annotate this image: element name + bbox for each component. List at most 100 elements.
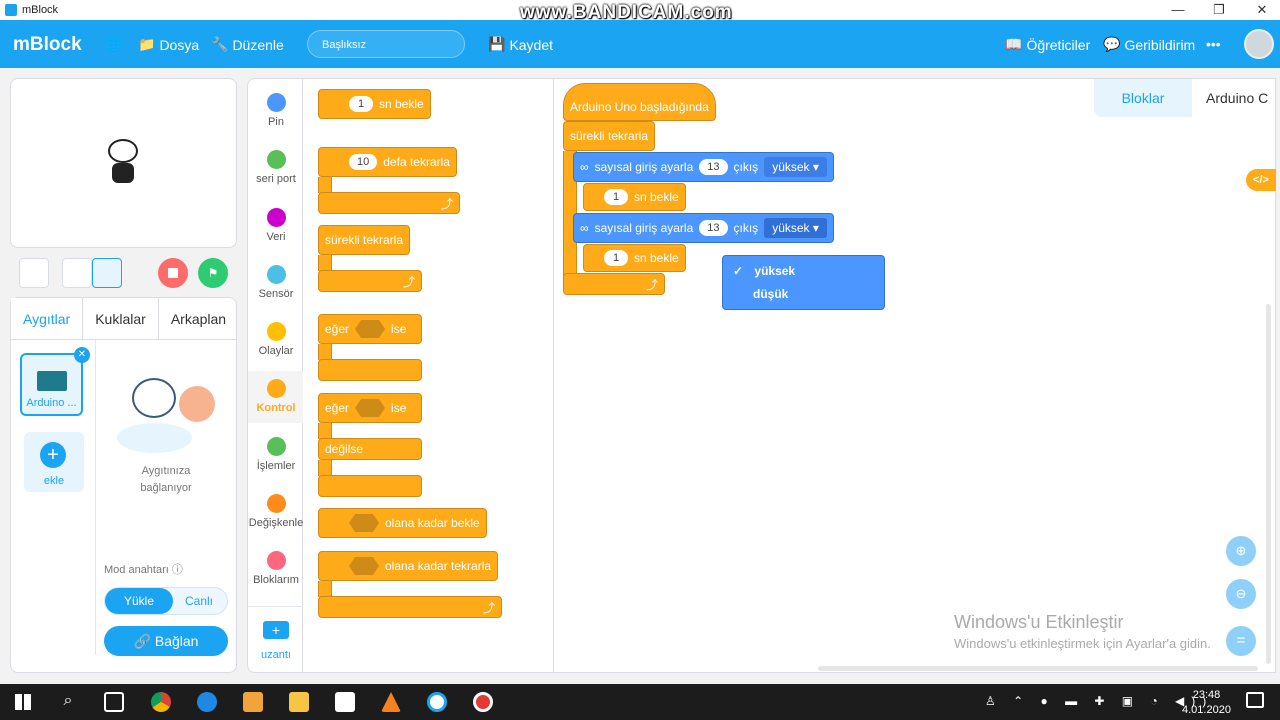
extension-button[interactable]: + uzantı	[248, 606, 304, 661]
pin-input[interactable]: 13	[699, 159, 728, 175]
file-label: Dosya	[159, 36, 200, 53]
when-arduino-starts-hat[interactable]: Arduino Uno başladığında	[563, 83, 716, 121]
repeat-block[interactable]: 10 defa tekrarla	[318, 147, 457, 177]
task-view-icon[interactable]	[104, 692, 124, 712]
zoom-in-button[interactable]: ⊕	[1226, 536, 1256, 566]
tab-arduino-c[interactable]: Arduino C	[1206, 90, 1268, 106]
forever-block[interactable]: sürekli tekrarla	[318, 225, 411, 255]
loop-arrow-icon: ⤴	[440, 196, 453, 211]
feedback-button[interactable]: 💬 Geribildirim	[1103, 36, 1195, 53]
tab-backgrounds[interactable]: Arkaplan	[157, 298, 238, 339]
wait-until-block[interactable]: olana kadar bekle	[318, 508, 487, 538]
mode-live[interactable]: Canlı	[185, 594, 213, 608]
device-card-arduino[interactable]: Arduino ... ✕	[20, 347, 90, 416]
avatar[interactable]	[1244, 29, 1274, 59]
globe-icon[interactable]: 🌐	[105, 36, 122, 53]
category-variables[interactable]: Değişkenle	[248, 494, 304, 529]
help-icon[interactable]: ⓘ	[172, 564, 183, 576]
category-data[interactable]: Veri	[248, 208, 304, 243]
connect-button[interactable]: 🔗 Bağlan	[104, 626, 228, 656]
device-tabs: Aygıtlar Kuklalar Arkaplan	[11, 298, 236, 340]
code-toggle-button[interactable]: </>	[1246, 169, 1276, 191]
vlc-icon[interactable]	[381, 692, 401, 712]
menu-item-low[interactable]: düşük	[753, 287, 788, 301]
mblock-taskbar-icon[interactable]	[427, 692, 447, 712]
notification-icon[interactable]	[1246, 692, 1264, 708]
tray-icons[interactable]: ♙ ⌃ ● ▬ ✚ ▣ ◔ ◀))	[985, 694, 1213, 708]
tab-devices[interactable]: Aygıtlar	[11, 298, 83, 339]
category-events[interactable]: Olaylar	[248, 322, 304, 357]
file-explorer-icon[interactable]	[289, 692, 309, 712]
level-dropdown[interactable]: yüksek ▾	[764, 218, 827, 238]
project-name-input[interactable]: Başlıksız	[307, 30, 465, 58]
set-digital-pin-block[interactable]: ∞ sayısal giriş ayarla 13 çıkış yüksek ▾	[573, 152, 834, 182]
edge-icon[interactable]	[197, 692, 217, 712]
fullscreen-icon[interactable]	[19, 258, 49, 288]
wait-block[interactable]: 1 sn bekle	[583, 183, 686, 211]
chrome-icon[interactable]	[151, 692, 171, 712]
category-my-blocks[interactable]: Bloklarım	[248, 551, 304, 586]
category-pin[interactable]: Pin	[248, 93, 304, 128]
condition-slot[interactable]	[349, 514, 379, 532]
output-text: çıkış	[733, 160, 759, 174]
category-serial[interactable]: seri port	[248, 150, 304, 185]
condition-slot[interactable]	[355, 320, 386, 338]
wait-input[interactable]: 1	[604, 189, 628, 205]
condition-slot[interactable]	[349, 557, 379, 575]
bandicam-icon[interactable]	[473, 692, 493, 712]
media-player-icon[interactable]	[243, 692, 263, 712]
category-control[interactable]: Kontrol	[248, 371, 304, 423]
loop-arrow-icon: ⤴	[482, 600, 495, 615]
sensor-dot-icon	[266, 265, 286, 284]
more-button[interactable]: •••	[1206, 36, 1221, 52]
forever-block[interactable]: sürekli tekrarla	[563, 121, 656, 151]
mode-switch[interactable]: Yükle Canlı	[104, 587, 228, 615]
remove-device-icon[interactable]: ✕	[74, 347, 90, 363]
windows-start-icon[interactable]	[13, 692, 33, 712]
clock[interactable]: 23:48 4.01.2020	[1182, 688, 1231, 718]
category-operators[interactable]: İşlemler	[248, 437, 304, 472]
tutorials-label: Öğreticiler	[1026, 36, 1091, 53]
vertical-scrollbar[interactable]	[1266, 304, 1271, 664]
workspace-tabs: Bloklar Arduino C	[1094, 79, 1276, 117]
mail-icon[interactable]	[335, 692, 355, 712]
save-button[interactable]: 💾 Kaydet	[488, 36, 553, 53]
if-foot	[318, 359, 422, 381]
mode-upload[interactable]: Yükle	[105, 588, 173, 614]
wait-block[interactable]: 1 sn bekle	[318, 89, 431, 119]
repeat-until-block[interactable]: olana kadar tekrarla	[318, 551, 499, 581]
if-else-block[interactable]: eğer ise	[318, 393, 422, 423]
close-icon[interactable]: ✕	[1252, 2, 1272, 18]
if-block[interactable]: eğer ise	[318, 314, 422, 344]
maximize-icon[interactable]: ❐	[1209, 2, 1229, 18]
script-workspace[interactable]: Bloklar Arduino C </> Arduino Uno başlad…	[554, 78, 1276, 673]
wait-input[interactable]: 1	[604, 250, 628, 266]
normal-stage-icon[interactable]	[92, 258, 122, 288]
pin-input[interactable]: 13	[699, 220, 728, 236]
tutorials-button[interactable]: 📖 Öğreticiler	[1005, 36, 1090, 53]
category-sensor[interactable]: Sensör	[248, 265, 304, 300]
forever-text: sürekli tekrarla	[570, 129, 649, 143]
wait-input[interactable]: 1	[349, 96, 373, 112]
panda-sprite	[108, 139, 138, 185]
level-dropdown[interactable]: yüksek ▾	[764, 157, 827, 177]
small-stage-icon[interactable]	[62, 258, 92, 288]
minimize-icon[interactable]: —	[1168, 2, 1188, 17]
search-icon[interactable]: ⌕	[58, 692, 78, 712]
set-digital-pin-block[interactable]: ∞ sayısal giriş ayarla 13 çıkış yüksek ▾	[573, 213, 834, 243]
repeat-input[interactable]: 10	[349, 154, 378, 170]
tab-blocks[interactable]: Bloklar	[1094, 79, 1192, 117]
menu-item-high[interactable]: ✓ yüksek	[733, 264, 795, 278]
edit-menu[interactable]: 🔧 Düzenle	[211, 36, 284, 53]
tab-sprites[interactable]: Kuklalar	[82, 298, 158, 339]
zoom-reset-button[interactable]: =	[1226, 626, 1256, 656]
add-device-button[interactable]: + ekle	[24, 432, 84, 492]
condition-slot[interactable]	[355, 399, 386, 417]
horizontal-scrollbar[interactable]	[818, 666, 1258, 671]
stage[interactable]	[10, 78, 237, 248]
wait-block[interactable]: 1 sn bekle	[583, 244, 686, 272]
green-flag-button[interactable]: ⚑	[198, 258, 228, 288]
stop-button[interactable]	[158, 258, 188, 288]
zoom-out-button[interactable]: ⊖	[1226, 579, 1256, 609]
file-menu[interactable]: 📁 Dosya	[138, 36, 199, 53]
